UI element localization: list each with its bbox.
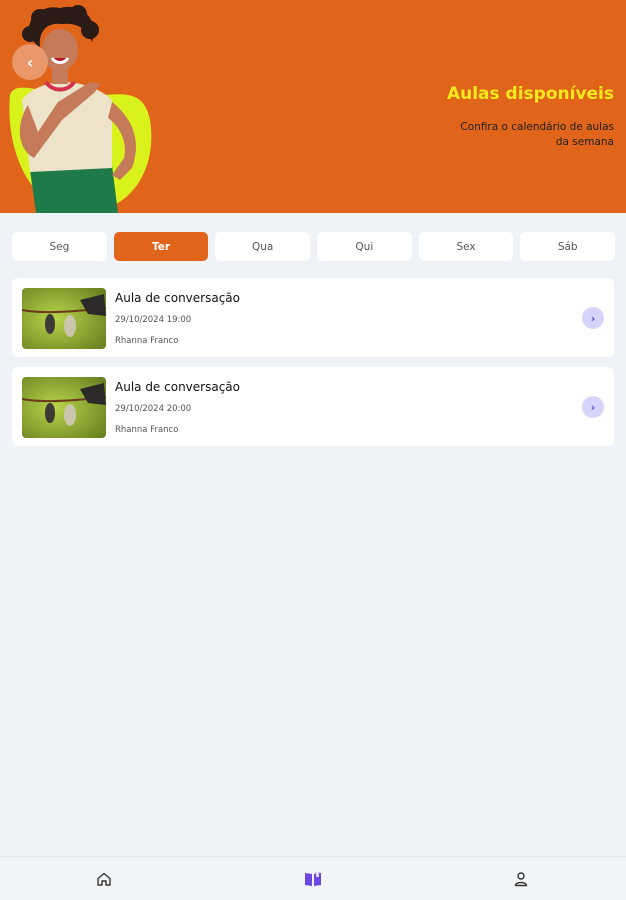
class-list: Aula de conversação 29/10/2024 19:00 Rha… <box>12 278 614 456</box>
nav-classes[interactable] <box>303 869 323 889</box>
open-class-button[interactable]: › <box>582 307 604 329</box>
teacher-photo <box>9 5 152 213</box>
tab-qua[interactable]: Qua <box>215 232 311 261</box>
nav-home[interactable] <box>94 869 114 889</box>
class-teacher: Rhanna Franco <box>115 336 179 346</box>
tab-seg[interactable]: Seg <box>12 232 107 261</box>
tab-qui[interactable]: Qui <box>317 232 412 261</box>
chevron-right-icon: › <box>590 400 596 414</box>
class-datetime: 29/10/2024 20:00 <box>115 404 192 414</box>
tab-sab[interactable]: Sáb <box>520 232 616 261</box>
tab-ter[interactable]: Ter <box>113 232 209 261</box>
back-button[interactable]: ‹ <box>12 44 48 80</box>
class-teacher: Rhanna Franco <box>115 425 179 435</box>
weekday-tabs: Seg Ter Qua Qui Sex Sáb <box>12 232 616 261</box>
user-icon <box>514 872 528 887</box>
open-class-button[interactable]: › <box>582 396 604 418</box>
class-datetime: 29/10/2024 19:00 <box>115 315 192 325</box>
class-title: Aula de conversação <box>115 380 240 394</box>
page-title: Aulas disponíveis <box>446 84 614 104</box>
header-banner: ‹ Aulas disponíveis Confira o calendário… <box>0 0 626 213</box>
nav-profile[interactable] <box>511 869 531 889</box>
class-title: Aula de conversação <box>115 291 240 305</box>
book-icon <box>305 872 321 886</box>
class-card[interactable]: Aula de conversação 29/10/2024 19:00 Rha… <box>12 278 614 357</box>
class-thumbnail <box>22 377 106 438</box>
tab-sex[interactable]: Sex <box>418 232 514 261</box>
class-thumbnail <box>22 288 106 349</box>
chevron-left-icon: ‹ <box>26 52 34 72</box>
bottom-navigation <box>0 856 626 900</box>
class-card[interactable]: Aula de conversação 29/10/2024 20:00 Rha… <box>12 367 614 446</box>
home-icon <box>97 872 111 886</box>
page-subtitle: Confira o calendário de aulas da semana <box>460 121 614 148</box>
chevron-right-icon: › <box>590 311 596 325</box>
